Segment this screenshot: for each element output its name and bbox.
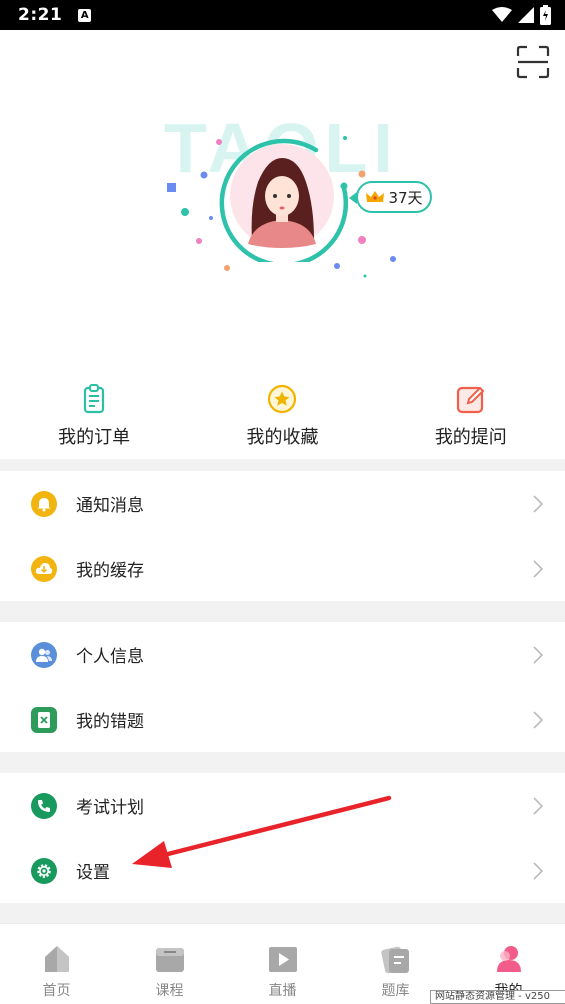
vip-days-badge[interactable]: 37天	[349, 181, 432, 213]
nav-live-label: 直播	[268, 983, 297, 999]
wrong-questions-label: 我的错题	[76, 712, 144, 732]
my-cache-row[interactable]: 我的缓存	[0, 536, 565, 601]
personal-info-label: 个人信息	[76, 647, 144, 667]
my-favorites-button[interactable]: 我的收藏	[188, 383, 376, 453]
settings-row[interactable]: 设置	[0, 838, 565, 903]
wrong-questions-row[interactable]: 我的错题	[0, 687, 565, 752]
my-favorites-label: 我的收藏	[246, 427, 319, 448]
gear-icon	[31, 857, 57, 884]
bell-icon	[31, 490, 57, 517]
menu-group-3: 考试计划 设置	[0, 773, 565, 903]
user-group-icon	[31, 641, 57, 668]
notifications-label: 通知消息	[76, 496, 144, 516]
question-bank-icon	[380, 946, 409, 974]
my-questions-button[interactable]: 我的提问	[377, 383, 565, 453]
nav-live[interactable]: 直播	[226, 924, 339, 1004]
notification-icon: A	[78, 8, 92, 22]
status-time: 2:21	[18, 5, 63, 25]
nav-question-bank-label: 题库	[381, 983, 410, 999]
chevron-right-icon	[533, 797, 543, 815]
profile-icon	[496, 946, 521, 972]
wifi-icon	[492, 7, 512, 22]
section-divider	[0, 459, 565, 471]
nav-courses[interactable]: 课程	[113, 924, 226, 1004]
live-play-icon	[268, 947, 297, 972]
phone-icon	[31, 792, 57, 819]
nav-home-label: 首页	[42, 983, 71, 999]
notifications-row[interactable]: 通知消息	[0, 471, 565, 536]
quick-actions: 我的订单 我的收藏 我的提问	[0, 383, 565, 453]
chevron-right-icon	[533, 862, 543, 880]
chevron-right-icon	[533, 646, 543, 664]
menu-group-2: 个人信息 我的错题	[0, 622, 565, 752]
status-icons	[492, 5, 551, 25]
my-orders-label: 我的订单	[58, 427, 131, 448]
course-icon	[155, 948, 184, 972]
my-cache-label: 我的缓存	[76, 561, 144, 581]
crown-icon	[366, 191, 385, 202]
wrong-question-icon	[31, 706, 57, 733]
chevron-right-icon	[533, 560, 543, 578]
exam-plan-row[interactable]: 考试计划	[0, 773, 565, 838]
download-cloud-icon	[31, 555, 57, 582]
order-clipboard-icon	[84, 384, 105, 414]
status-bar: 2:21 A	[0, 0, 565, 30]
exam-plan-label: 考试计划	[76, 798, 144, 818]
overlay-watermark: 网站静态资源管理 - v250	[430, 990, 565, 1004]
personal-info-row[interactable]: 个人信息	[0, 622, 565, 687]
home-icon	[44, 946, 69, 972]
section-divider	[0, 752, 565, 773]
nav-home[interactable]: 首页	[0, 924, 113, 1004]
section-divider	[0, 601, 565, 622]
chevron-right-icon	[533, 495, 543, 513]
battery-icon	[540, 5, 551, 25]
my-questions-label: 我的提问	[434, 427, 507, 448]
favorite-star-icon	[268, 384, 297, 414]
vip-days-text: 37天	[388, 188, 423, 207]
section-divider	[0, 903, 565, 923]
question-edit-icon	[456, 386, 485, 414]
settings-label: 设置	[76, 863, 110, 883]
signal-icon	[518, 7, 534, 23]
avatar[interactable]	[218, 136, 348, 262]
menu-group-1: 通知消息 我的缓存	[0, 471, 565, 601]
my-orders-button[interactable]: 我的订单	[0, 383, 188, 453]
chevron-right-icon	[533, 711, 543, 729]
nav-courses-label: 课程	[155, 983, 184, 999]
